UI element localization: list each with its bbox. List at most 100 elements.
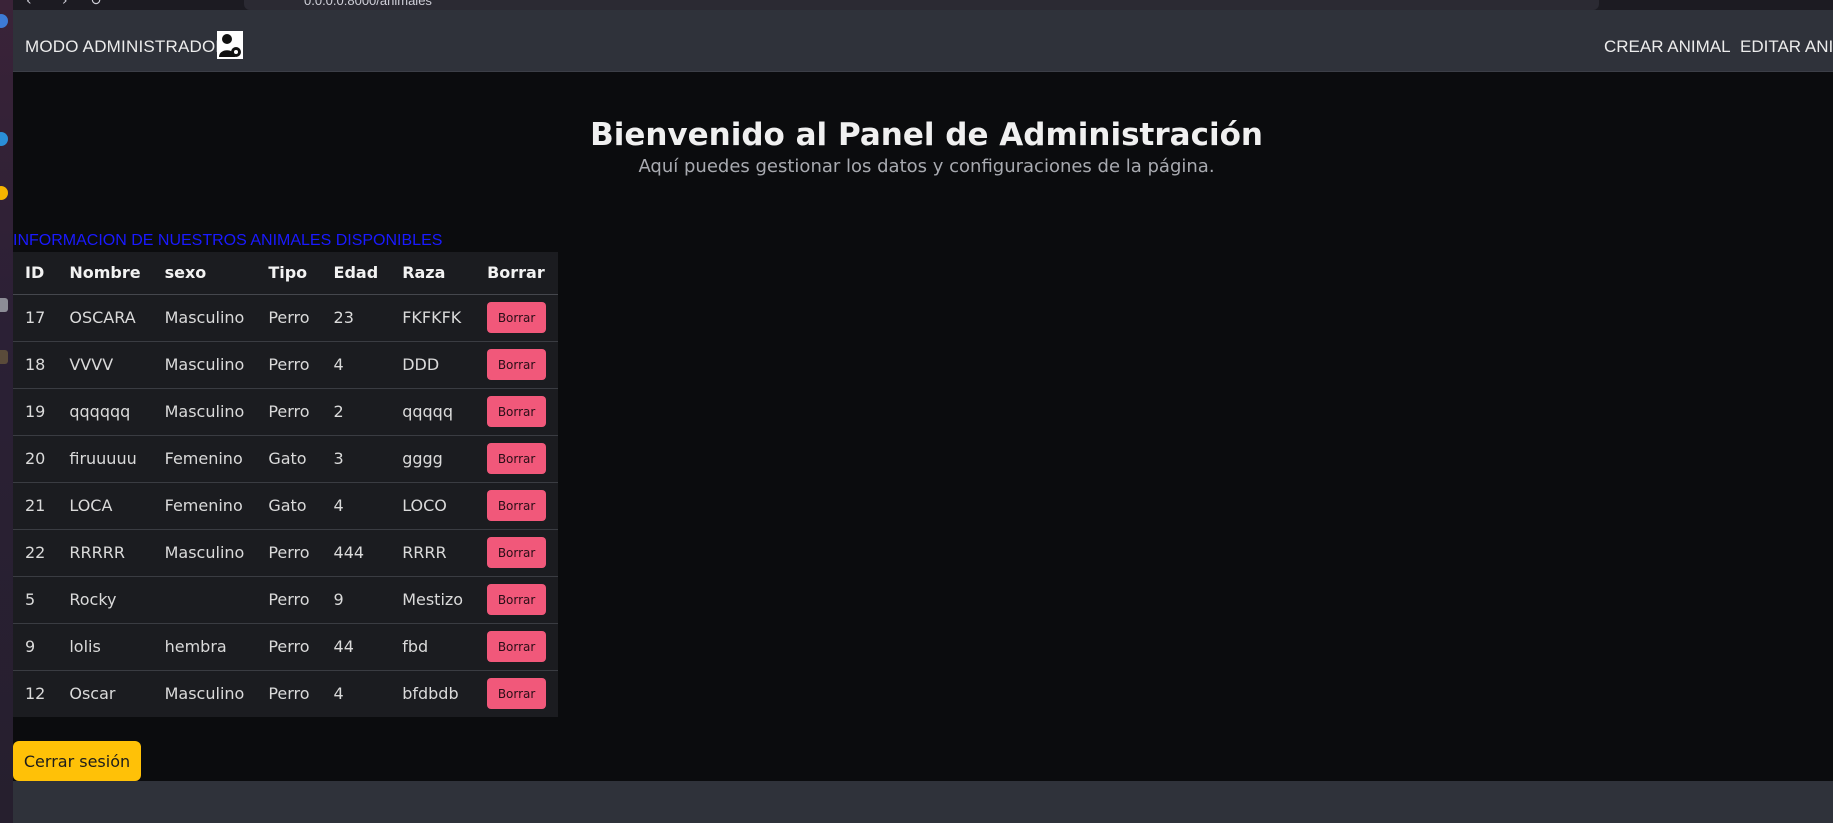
delete-button[interactable]: Borrar (487, 302, 547, 333)
table-row: 20 firuuuuu Femenino Gato 3 gggg Borrar (13, 435, 559, 483)
cell-sexo: Masculino (164, 684, 245, 704)
column-header-id: ID (13, 252, 58, 295)
cell-id: 12 (25, 684, 46, 704)
table-row: 22 RRRRR Masculino Perro 444 RRRR Borrar (13, 529, 559, 577)
back-icon[interactable]: ‹ (26, 0, 32, 9)
cell-nombre: LOCA (57, 482, 153, 530)
cell-sexo: Masculino (152, 529, 257, 577)
cell-id: 22 (13, 529, 58, 577)
cell-raza: gggg (390, 435, 476, 483)
cell-id: 5 (13, 576, 58, 624)
cell-borrar: Borrar (475, 623, 559, 671)
brand-title[interactable]: MODO ADMINISTRADOR (25, 37, 228, 57)
cell-nombre: Oscar (69, 684, 116, 704)
column-header-raza: Raza (390, 252, 476, 295)
delete-button[interactable]: Borrar (487, 678, 547, 710)
cell-borrar: Borrar (475, 482, 559, 530)
cell-sexo (152, 576, 257, 624)
delete-button[interactable]: Borrar (487, 631, 547, 662)
table-row: 19 qqqqqq Masculino Perro 2 qqqqq Borrar (13, 388, 559, 436)
table-row: 18 VVVV Masculino Perro 4 DDD Borrar (13, 341, 559, 389)
cell-tipo: Gato (256, 435, 322, 483)
cell-raza: RRRR (390, 529, 476, 577)
cell-borrar: Borrar (475, 435, 559, 483)
delete-button[interactable]: Borrar (487, 396, 547, 427)
cell-raza: LOCO (390, 482, 476, 530)
cell-tipo: Perro (256, 294, 322, 342)
cell-edad: 2 (321, 388, 391, 436)
cell-nombre: VVVV (57, 341, 153, 389)
cell-tipo: Gato (256, 482, 322, 530)
page-subtitle: Aquí puedes gestionar los datos y config… (638, 156, 1215, 177)
cell-id: 21 (13, 482, 58, 530)
dock-app-icon[interactable] (0, 298, 8, 312)
cell-nombre: lolis (57, 623, 153, 671)
cell-raza: DDD (390, 341, 476, 389)
forward-icon[interactable]: › (62, 0, 68, 9)
address-bar[interactable]: 0.0.0.0:8000/animales (244, 0, 1599, 10)
cell-id: 20 (13, 435, 58, 483)
column-header-borrar: Borrar (475, 252, 559, 295)
cell-sexo: Femenino (152, 435, 257, 483)
column-header-sexo: sexo (152, 252, 257, 295)
table-row: 9 lolis hembra Perro 44 fbd Borrar (13, 623, 559, 671)
cell-edad: 23 (321, 294, 391, 342)
top-navbar: MODO ADMINISTRADOR CREAR ANIMAL EDITAR A… (13, 10, 1833, 72)
delete-button[interactable]: Borrar (487, 443, 547, 474)
cell-edad: 444 (321, 529, 391, 577)
page-title: Bienvenido al Panel de Administración (590, 117, 1263, 153)
column-header-tipo: Tipo (256, 252, 322, 295)
admin-gear-icon (217, 31, 243, 59)
cell-nombre: qqqqqq (57, 388, 153, 436)
cell-raza: Mestizo (390, 576, 476, 624)
cell-raza: fbd (390, 623, 476, 671)
cell-id: 9 (13, 623, 58, 671)
cell-nombre: Rocky (57, 576, 153, 624)
delete-button[interactable]: Borrar (487, 349, 547, 380)
cell-nombre: RRRRR (57, 529, 153, 577)
cell-borrar: Borrar (475, 576, 559, 624)
column-header-nombre: Nombre (57, 252, 153, 295)
cell-borrar: Borrar (475, 388, 559, 436)
dock-app-icon[interactable] (0, 186, 8, 200)
cell-tipo: Perro (256, 576, 322, 624)
browser-toolbar: ‹ › ↻ 0.0.0.0:8000/animales (0, 0, 1833, 10)
table-caption: INFORMACION DE NUESTROS ANIMALES DISPONI… (13, 232, 443, 249)
nav-link-editar-animal[interactable]: EDITAR ANIM (1740, 37, 1833, 57)
dock-app-icon[interactable] (0, 350, 8, 364)
delete-button[interactable]: Borrar (487, 490, 547, 521)
cell-id: 19 (13, 388, 58, 436)
table-row: 12 Oscar Masculino Perro 4 bfdbdb Borrar (13, 670, 558, 717)
cell-borrar: Borrar (475, 529, 559, 577)
logout-button[interactable]: Cerrar sesión (13, 741, 141, 781)
cell-tipo: Perro (268, 684, 310, 704)
cell-raza: bfdbdb (402, 684, 459, 704)
cell-borrar: Borrar (475, 670, 558, 717)
dock-app-icon[interactable] (0, 14, 8, 28)
table-row: 5 Rocky Perro 9 Mestizo Borrar (13, 576, 559, 624)
cell-id: 17 (13, 294, 58, 342)
cell-nombre: firuuuuu (57, 435, 153, 483)
delete-button[interactable]: Borrar (487, 537, 547, 568)
cell-sexo: Femenino (152, 482, 257, 530)
reload-icon[interactable]: ↻ (90, 0, 102, 9)
cell-sexo: Masculino (152, 388, 257, 436)
cell-sexo: hembra (152, 623, 257, 671)
cell-edad: 3 (321, 435, 391, 483)
cell-tipo: Perro (256, 529, 322, 577)
cell-tipo: Perro (256, 341, 322, 389)
cell-edad: 9 (321, 576, 391, 624)
cell-nombre: OSCARA (57, 294, 153, 342)
cell-sexo: Masculino (152, 341, 257, 389)
table-row: 21 LOCA Femenino Gato 4 LOCO Borrar (13, 482, 559, 530)
cell-edad: 4 (333, 684, 344, 704)
cell-raza: FKFKFK (390, 294, 476, 342)
cell-edad: 44 (321, 623, 391, 671)
delete-button[interactable]: Borrar (487, 584, 547, 615)
address-bar-text: 0.0.0.0:8000/animales (304, 0, 432, 8)
nav-link-crear-animal[interactable]: CREAR ANIMAL (1604, 37, 1731, 57)
cell-tipo: Perro (256, 388, 322, 436)
cell-borrar: Borrar (475, 294, 559, 342)
cell-tipo: Perro (256, 623, 322, 671)
cell-edad: 4 (321, 341, 391, 389)
